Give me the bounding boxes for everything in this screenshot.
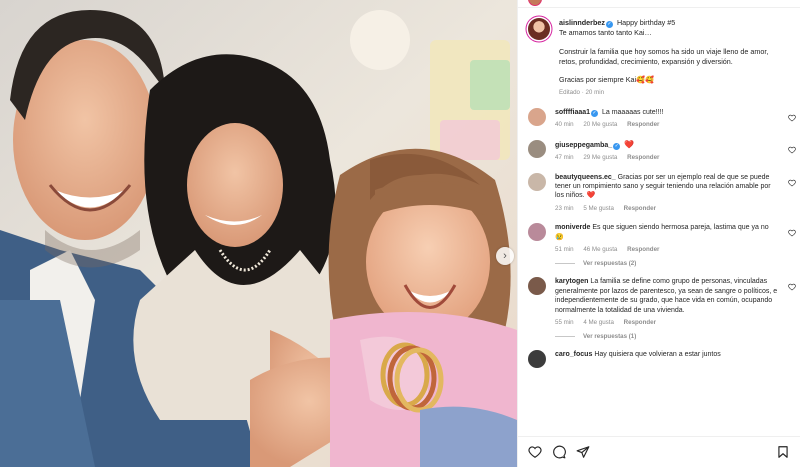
reply-button[interactable]: Responder — [627, 121, 659, 128]
header-avatar[interactable] — [528, 0, 542, 6]
post-action-bar — [518, 436, 800, 467]
comment-time: 55 min — [555, 319, 574, 327]
comment-text: Hay quisiera que volvieran a estar junto… — [594, 351, 721, 359]
bookmark-icon[interactable] — [776, 445, 790, 459]
comment-heart-icon[interactable] — [788, 146, 796, 154]
commenter-avatar[interactable] — [528, 139, 546, 158]
comment-time: 23 min — [555, 204, 574, 212]
comment-text: ❤️ — [624, 139, 635, 149]
commenter-avatar[interactable] — [528, 107, 546, 126]
comment-item: moniverde Es que siguen siendo hermosa p… — [518, 223, 800, 254]
verified-badge-icon: ✓ — [591, 109, 599, 117]
caption-title: Happy birthday #5 — [616, 18, 676, 27]
view-replies-button[interactable]: Ver respuestas (2) — [555, 260, 800, 267]
commenter-username[interactable]: beautyqueens.ec_ — [555, 174, 616, 181]
comment-heart-icon[interactable] — [788, 179, 796, 187]
next-photo-button[interactable]: › — [496, 247, 514, 265]
comment-item: karytogen La familia se define como grup… — [518, 277, 800, 327]
comments-scroll-area[interactable]: aislinnderbez ✓ Happy birthday #5 Te amam… — [518, 9, 800, 436]
view-replies-label: Ver respuestas (1) — [583, 333, 637, 341]
post-sidebar: aislinnderbez ✓ Happy birthday #5 Te amam… — [517, 0, 800, 467]
commenter-avatar[interactable] — [528, 172, 546, 191]
reply-button[interactable]: Responder — [627, 246, 659, 253]
comment-likes[interactable]: 29 Me gusta — [583, 154, 617, 161]
comment-likes[interactable]: 46 Me gusta — [583, 246, 617, 253]
post-header-strip — [518, 0, 800, 8]
comment-item: giuseppegamba_ ✓ ❤️ 47 min 29 Me gusta Re… — [518, 139, 800, 163]
comment-time: 40 min — [555, 121, 574, 129]
comment-likes[interactable]: 4 Me gusta — [583, 319, 614, 326]
caption-line: Te amamos tanto tanto Kai… — [559, 28, 652, 37]
heart-icon[interactable] — [528, 445, 542, 459]
author-avatar[interactable] — [528, 18, 550, 40]
post-photo[interactable]: › — [0, 0, 517, 467]
comment-text: La familia se define como grupo de perso… — [555, 278, 778, 314]
reply-button[interactable]: Responder — [624, 319, 656, 326]
reply-button[interactable]: Responder — [627, 154, 659, 161]
comment-likes[interactable]: 5 Me gusta — [583, 205, 614, 212]
commenter-username[interactable]: moniverde — [555, 224, 590, 231]
post-caption: aislinnderbez ✓ Happy birthday #5 Te amam… — [518, 9, 800, 98]
comment-text: La maaaaas cute!!!! — [601, 108, 664, 116]
commenter-username[interactable]: soffffiaaa1 — [555, 109, 590, 116]
caption-line: Construir la familia que hoy somos ha si… — [559, 46, 769, 66]
chevron-right-icon: › — [503, 250, 507, 262]
comment-time: 51 min — [555, 246, 574, 254]
comment-icon[interactable] — [552, 445, 566, 459]
edited-label: Editado · 20 min — [559, 89, 605, 97]
commenter-username[interactable]: giuseppegamba_ — [555, 142, 612, 149]
commenter-username[interactable]: caro_focus — [555, 351, 592, 358]
reply-button[interactable]: Responder — [624, 205, 656, 212]
comment-time: 47 min — [555, 154, 574, 162]
author-username[interactable]: aislinnderbez — [559, 18, 605, 27]
verified-badge-icon: ✓ — [613, 142, 621, 150]
view-replies-label: Ver respuestas (2) — [583, 260, 637, 268]
comment-item: caro_focus Hay quisiera que volvieran a … — [518, 350, 800, 369]
caption-line: Gracias por siempre Kai🥰🥰 — [559, 75, 654, 85]
comment-item: soffffiaaa1 ✓ La maaaaas cute!!!! 40 min … — [518, 107, 800, 130]
comment-heart-icon[interactable] — [788, 114, 796, 122]
comment-likes[interactable]: 20 Me gusta — [583, 121, 617, 128]
commenter-avatar[interactable] — [528, 277, 546, 296]
commenter-username[interactable]: karytogen — [555, 278, 588, 285]
replies-divider — [555, 263, 575, 265]
replies-divider — [555, 336, 575, 338]
paper-plane-icon[interactable] — [576, 445, 590, 459]
verified-badge-icon: ✓ — [605, 21, 613, 28]
comment-item: beautyqueens.ec_ Gracias por ser un ejem… — [518, 172, 800, 214]
commenter-avatar[interactable] — [528, 350, 546, 369]
view-replies-button[interactable]: Ver respuestas (1) — [555, 333, 800, 340]
family-photo-image — [0, 0, 517, 467]
comment-heart-icon[interactable] — [788, 283, 796, 291]
commenter-avatar[interactable] — [528, 223, 546, 242]
comment-heart-icon[interactable] — [788, 229, 796, 237]
